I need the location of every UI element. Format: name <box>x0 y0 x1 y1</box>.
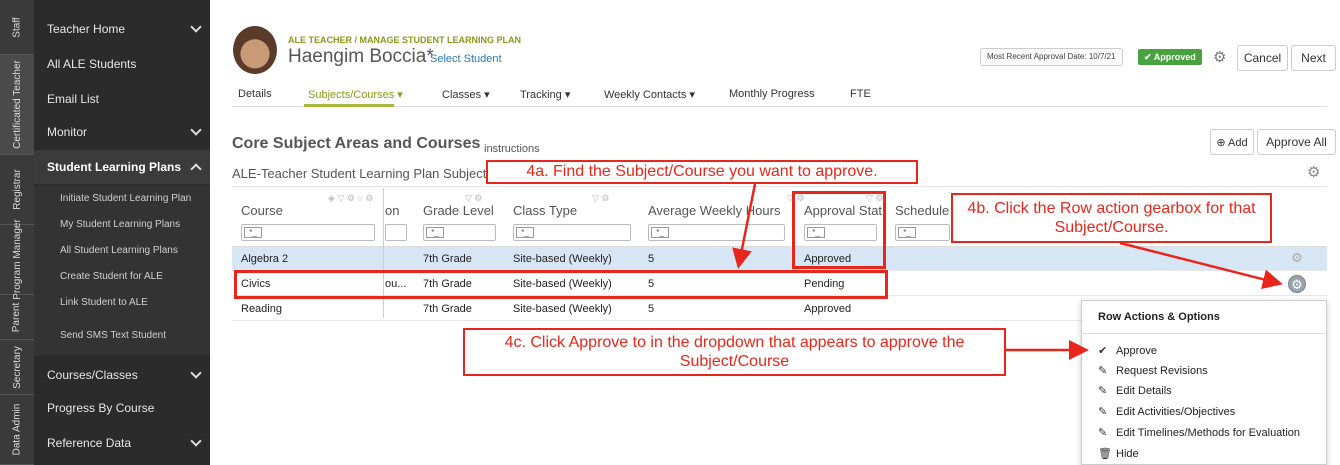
filter-class-type[interactable]: *_ <box>513 224 631 241</box>
tab-fte[interactable]: FTE <box>850 88 871 100</box>
tab-weekly-contacts[interactable]: Weekly Contacts ▾ <box>604 88 695 101</box>
menu-item-edit-activities[interactable]: ✎ Edit Activities/Objectives <box>1098 405 1235 418</box>
tab-tracking[interactable]: Tracking ▾ <box>520 88 570 101</box>
sidebar-subitem-create-student[interactable]: Create Student for ALE <box>34 263 210 289</box>
pencil-icon: ✎ <box>1098 385 1108 397</box>
grid-settings-gear-icon[interactable]: ⚙ <box>1307 163 1320 181</box>
select-student-link[interactable]: Select Student <box>430 53 502 65</box>
gear-icon[interactable]: ⚙ <box>1213 48 1226 66</box>
annotation-step-4a: 4a. Find the Subject/Course you want to … <box>486 160 918 184</box>
chevron-up-icon <box>190 163 202 175</box>
grid-subtitle: ALE-Teacher Student Learning Plan Subjec… <box>232 166 487 181</box>
chevron-down-icon <box>190 124 202 136</box>
col-grade-level[interactable]: Grade Level <box>423 203 494 218</box>
tab-bar: Details Subjects/Courses ▾ Classes ▾ Tra… <box>232 83 1327 107</box>
sidebar-item-progress-by-course[interactable]: Progress By Course <box>34 391 210 425</box>
annotation-highlight-row <box>234 270 888 299</box>
row-action-gear-icon[interactable]: ⚙ <box>1288 275 1306 293</box>
chevron-down-icon <box>190 21 202 33</box>
tab-subjects-courses[interactable]: Subjects/Courses ▾ <box>308 88 403 101</box>
next-button[interactable]: Next <box>1291 45 1336 71</box>
pencil-icon: ✎ <box>1098 365 1108 377</box>
sidebar-subitem-initiate-plan[interactable]: Initiate Student Learning Plan <box>34 185 210 211</box>
rail-parent[interactable]: Parent <box>0 295 34 340</box>
row-actions-menu: Row Actions & Options ✔ Approve ✎ Request … <box>1081 300 1327 465</box>
sidebar-subitem-my-plans[interactable]: My Student Learning Plans <box>34 211 210 237</box>
col-average-weekly-hours[interactable]: Average Weekly Hours <box>648 203 780 218</box>
menu-title: Row Actions & Options <box>1098 311 1220 323</box>
rail-certificated-teacher[interactable]: Certificated Teacher <box>0 55 34 155</box>
sidebar-item-monitor[interactable]: Monitor <box>34 115 210 149</box>
tab-monthly-progress[interactable]: Monthly Progress <box>729 88 815 100</box>
sidebar-item-student-learning-plans[interactable]: Student Learning Plans <box>34 150 210 184</box>
add-button[interactable]: ⊕ Add <box>1210 129 1254 155</box>
chevron-down-icon <box>190 435 202 447</box>
filter-schedule[interactable]: *_ <box>895 224 950 241</box>
menu-item-approve[interactable]: ✔ Approve <box>1098 344 1157 357</box>
annotation-step-4b: 4b. Click the Row action gearbox for tha… <box>951 193 1272 243</box>
breadcrumb: ALE TEACHER / MANAGE STUDENT LEARNING PL… <box>288 35 522 45</box>
col-class-type[interactable]: Class Type <box>513 203 577 218</box>
col-course[interactable]: Course <box>241 203 283 218</box>
menu-item-request-revisions[interactable]: ✎ Request Revisions <box>1098 364 1208 377</box>
filter-grade-level[interactable]: *_ <box>423 224 496 241</box>
annotation-highlight-status <box>792 191 886 269</box>
sidebar-subitem-send-sms[interactable]: Send SMS Text Student <box>34 315 210 355</box>
approve-all-button[interactable]: Approve All <box>1257 129 1336 155</box>
sidebar-item-reference-data[interactable]: Reference Data <box>34 426 210 460</box>
pencil-icon: ✎ <box>1098 427 1108 439</box>
rail-staff[interactable]: Staff <box>0 0 34 55</box>
active-tab-indicator <box>304 104 394 107</box>
instructions-link[interactable]: instructions <box>484 143 540 155</box>
check-icon: ✔ <box>1098 345 1108 357</box>
tab-classes[interactable]: Classes ▾ <box>442 88 490 101</box>
section-title: Core Subject Areas and Courses <box>232 135 481 152</box>
menu-item-edit-timelines[interactable]: ✎ Edit Timelines/Methods for Evaluation <box>1098 426 1300 439</box>
avatar <box>233 26 277 74</box>
pencil-icon: ✎ <box>1098 406 1108 418</box>
cancel-button[interactable]: Cancel <box>1237 45 1288 71</box>
menu-item-edit-details[interactable]: ✎ Edit Details <box>1098 384 1172 397</box>
rail-registrar[interactable]: Registrar <box>0 155 34 225</box>
sidebar-subitem-link-student[interactable]: Link Student to ALE <box>34 289 210 315</box>
col-schedule[interactable]: Schedule <box>895 203 949 218</box>
column-tools-icon[interactable]: ◈ ▽ ⚙ ○ ⚙ <box>328 193 373 204</box>
menu-item-hide[interactable]: 🗑 Hide <box>1098 447 1139 460</box>
filter-description[interactable] <box>385 224 407 241</box>
sidebar-item-all-ale-students[interactable]: All ALE Students <box>34 47 210 81</box>
annotation-step-4c: 4c. Click Approve to in the dropdown tha… <box>463 328 1006 376</box>
sidebar-subitem-all-plans[interactable]: All Student Learning Plans <box>34 237 210 263</box>
sidebar: Teacher Home All ALE Students Email List… <box>34 0 210 465</box>
filter-course[interactable]: *_ <box>241 224 375 241</box>
approval-date-label: Most Recent Approval Date: 10/7/21 <box>980 48 1123 66</box>
column-tools-icon[interactable]: ▽ ⚙ <box>592 193 610 204</box>
rail-program-manager[interactable]: Program Manager <box>0 219 34 300</box>
sidebar-item-email-list[interactable]: Email List <box>34 82 210 116</box>
filter-hours[interactable]: *_ <box>648 224 785 241</box>
tab-details[interactable]: Details <box>238 88 272 100</box>
table-row[interactable]: Algebra 2 7th Grade Site-based (Weekly) … <box>232 247 1327 271</box>
divider <box>1082 333 1326 334</box>
trash-icon: 🗑 <box>1098 448 1112 460</box>
sidebar-item-courses-classes[interactable]: Courses/Classes <box>34 358 210 392</box>
divider <box>232 186 1327 187</box>
status-badge: ✔ Approved <box>1138 49 1202 65</box>
rail-secretary[interactable]: Secretary <box>0 340 34 395</box>
chevron-down-icon <box>190 367 202 379</box>
col-description[interactable]: on <box>385 203 399 218</box>
sidebar-item-teacher-home[interactable]: Teacher Home <box>34 12 210 46</box>
role-rail: Staff Certificated Teacher Registrar Pro… <box>0 0 34 465</box>
rail-data-admin[interactable]: Data Admin <box>0 395 34 465</box>
student-name: Haengim Boccia* <box>288 46 434 67</box>
row-action-gear-icon[interactable]: ⚙ <box>1288 249 1306 267</box>
